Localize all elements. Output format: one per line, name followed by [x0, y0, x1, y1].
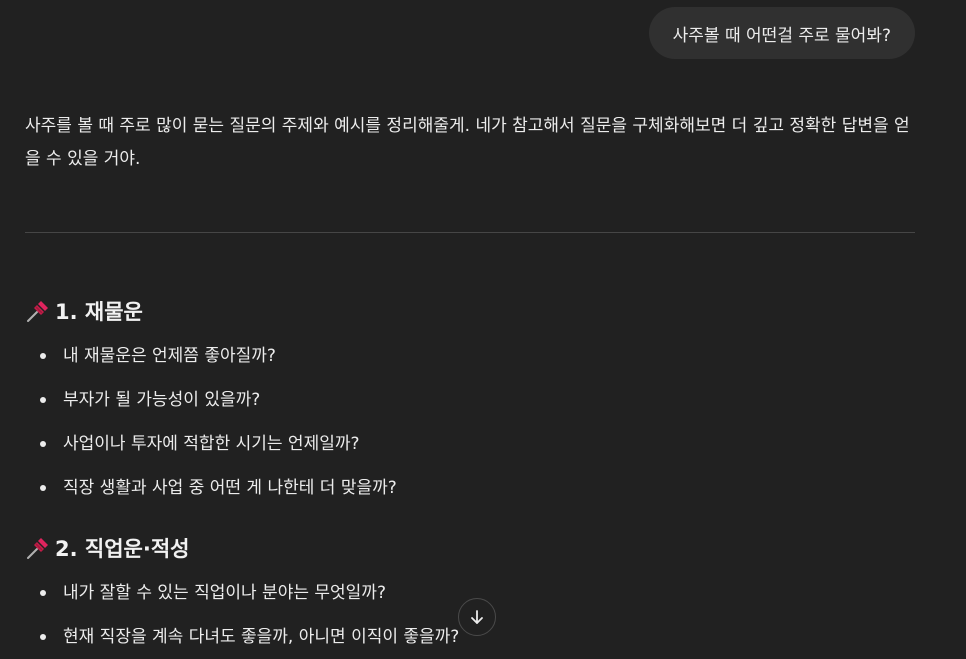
list-item: 사업이나 투자에 적합한 시기는 언제일까? [25, 422, 397, 466]
pushpin-icon [25, 298, 51, 324]
section-heading-career: 2. 직업운·적성 [25, 533, 189, 563]
arrow-down-icon [469, 609, 485, 625]
section-list-career: 내가 잘할 수 있는 직업이나 분야는 무엇일까? 현재 직장을 계속 다녀도 … [25, 571, 459, 659]
list-item: 직장 생활과 사업 중 어떤 게 나한테 더 맞을까? [25, 466, 397, 510]
list-item: 현재 직장을 계속 다녀도 좋을까, 아니면 이직이 좋을까? [25, 615, 459, 659]
divider [25, 232, 915, 233]
section-heading-wealth: 1. 재물운 [25, 296, 143, 326]
user-message-text: 사주볼 때 어떤걸 주로 물어봐? [672, 25, 891, 46]
list-item: 내 재물운은 언제쯤 좋아질까? [25, 334, 397, 378]
section-title: 1. 재물운 [55, 300, 143, 324]
chat-page: 사주볼 때 어떤걸 주로 물어봐? 사주를 볼 때 주로 많이 묻는 질문의 주… [0, 0, 966, 659]
section-title: 2. 직업운·적성 [55, 537, 190, 561]
list-item: 부자가 될 가능성이 있을까? [25, 378, 397, 422]
pushpin-icon [25, 535, 51, 561]
assistant-intro: 사주를 볼 때 주로 많이 묻는 질문의 주제와 예시를 정리해줄게. 네가 참… [25, 116, 910, 169]
user-message-bubble: 사주볼 때 어떤걸 주로 물어봐? [648, 7, 915, 59]
list-item: 내가 잘할 수 있는 직업이나 분야는 무엇일까? [25, 571, 459, 615]
section-list-wealth: 내 재물운은 언제쯤 좋아질까? 부자가 될 가능성이 있을까? 사업이나 투자… [25, 334, 397, 510]
scroll-to-bottom-button[interactable] [458, 598, 496, 636]
